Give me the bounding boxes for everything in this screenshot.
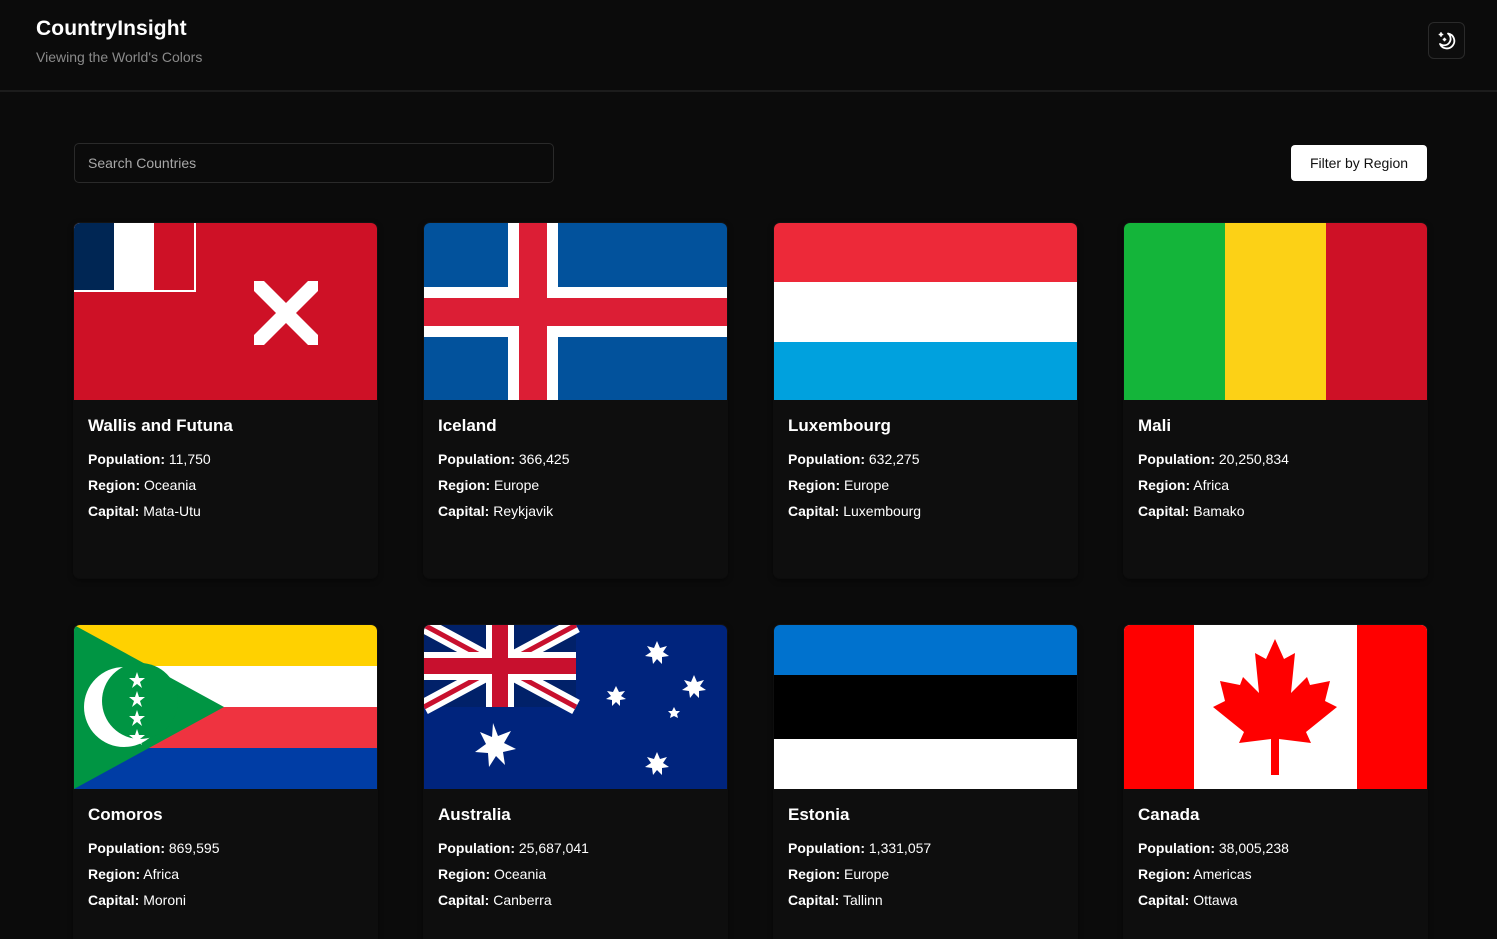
country-card[interactable]: Wallis and Futuna Population: 11,750 Reg…: [74, 223, 377, 578]
region-line: Region: Americas: [1138, 866, 1252, 882]
search-input[interactable]: [74, 143, 554, 183]
population-line: Population: 366,425: [438, 451, 570, 467]
country-card[interactable]: Mali Population: 20,250,834 Region: Afri…: [1124, 223, 1427, 578]
region-line: Region: Oceania: [438, 866, 547, 882]
app-title: CountryInsight: [36, 17, 187, 40]
capital-line: Capital: Tallinn: [788, 892, 883, 908]
iceland-flag: [424, 223, 727, 400]
country-name: Canada: [1138, 805, 1200, 824]
population-line: Population: 20,250,834: [1138, 451, 1289, 467]
country-card[interactable]: Australia Population: 25,687,041 Region:…: [424, 625, 727, 939]
region-line: Region: Oceania: [88, 477, 197, 493]
canada-flag: [1124, 625, 1427, 789]
population-line: Population: 38,005,238: [1138, 840, 1289, 856]
country-name: Australia: [438, 805, 511, 824]
country-card[interactable]: Estonia Population: 1,331,057 Region: Eu…: [774, 625, 1077, 939]
population-line: Population: 25,687,041: [438, 840, 589, 856]
capital-line: Capital: Reykjavik: [438, 503, 554, 519]
region-line: Region: Africa: [1138, 477, 1230, 493]
app-subtitle: Viewing the World's Colors: [36, 49, 203, 65]
mali-flag: [1124, 223, 1427, 400]
app-header: CountryInsight Viewing the World's Color…: [0, 0, 1497, 92]
country-name: Comoros: [88, 805, 163, 824]
country-name: Estonia: [788, 805, 850, 824]
country-card[interactable]: Canada Population: 38,005,238 Region: Am…: [1124, 625, 1427, 939]
country-name: Mali: [1138, 416, 1172, 435]
capital-line: Capital: Mata-Utu: [88, 503, 201, 519]
population-line: Population: 869,595: [88, 840, 220, 856]
country-name: Luxembourg: [788, 416, 891, 435]
country-card[interactable]: Comoros Population: 869,595 Region: Afri…: [74, 625, 377, 939]
population-line: Population: 11,750: [88, 451, 211, 467]
luxembourg-flag: [774, 223, 1077, 400]
region-line: Region: Europe: [788, 477, 890, 493]
country-card[interactable]: Luxembourg Population: 632,275 Region: E…: [774, 223, 1077, 578]
region-line: Region: Europe: [788, 866, 890, 882]
capital-line: Capital: Bamako: [1138, 503, 1245, 519]
capital-line: Capital: Moroni: [88, 892, 187, 908]
region-line: Region: Europe: [438, 477, 540, 493]
australia-flag: [424, 625, 727, 789]
theme-toggle-button[interactable]: [1428, 22, 1465, 59]
country-name: Wallis and Futuna: [88, 416, 233, 435]
comoros-flag: [74, 625, 377, 789]
moon-stars-icon: [1438, 31, 1455, 49]
estonia-flag: [774, 625, 1077, 789]
population-line: Population: 632,275: [788, 451, 920, 467]
population-line: Population: 1,331,057: [788, 840, 932, 856]
wallis-futuna-flag: [74, 223, 377, 400]
filter-region-button[interactable]: Filter by Region: [1291, 145, 1427, 181]
country-name: Iceland: [438, 416, 497, 435]
region-line: Region: Africa: [88, 866, 180, 882]
capital-line: Capital: Canberra: [438, 892, 552, 908]
capital-line: Capital: Luxembourg: [788, 503, 922, 519]
country-card[interactable]: Iceland Population: 366,425 Region: Euro…: [424, 223, 727, 578]
capital-line: Capital: Ottawa: [1138, 892, 1238, 908]
country-grid: Wallis and Futuna Population: 11,750 Reg…: [74, 223, 1427, 939]
